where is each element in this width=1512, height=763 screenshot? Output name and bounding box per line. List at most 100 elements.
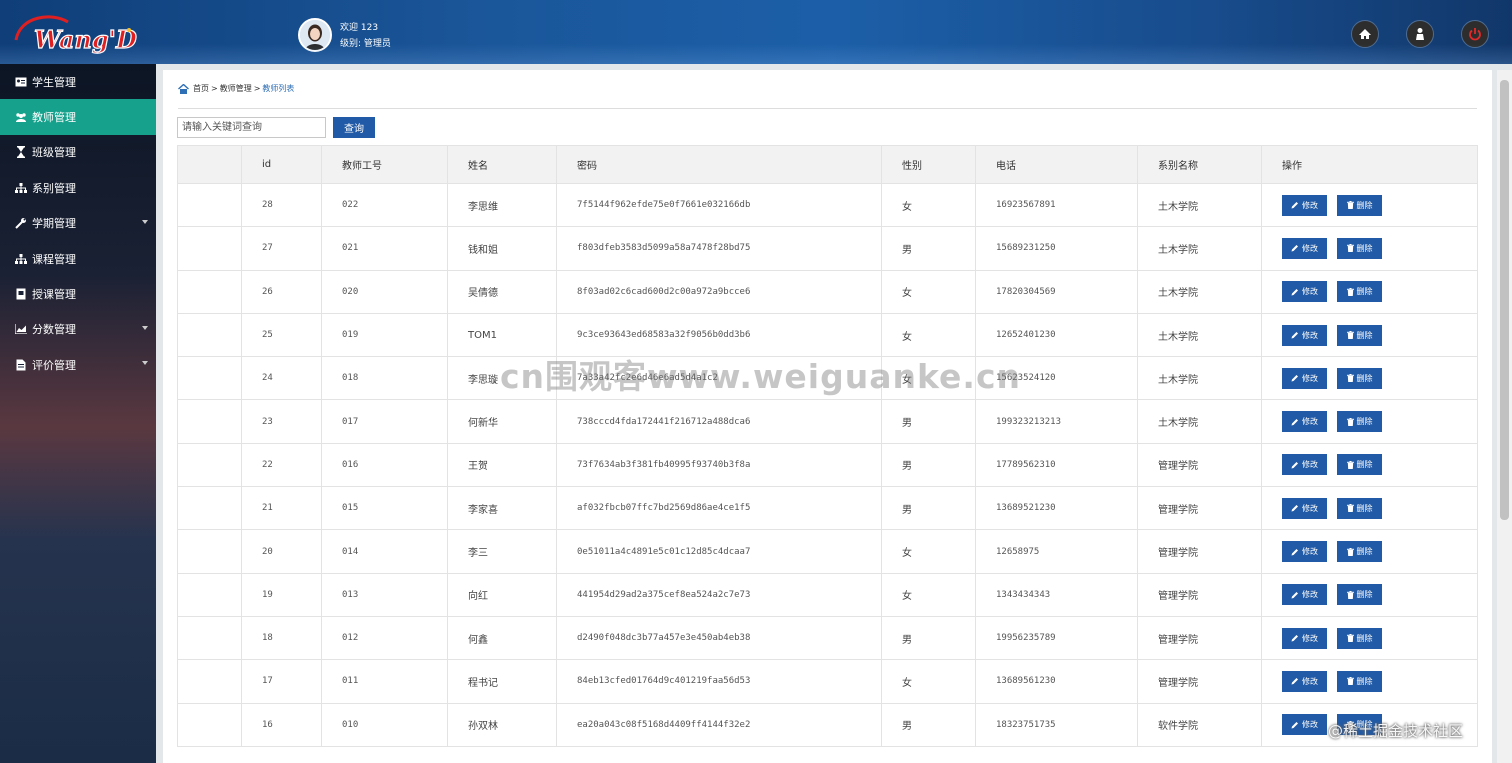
sidebar-item-departments[interactable]: 系别管理 <box>0 170 156 205</box>
table-row[interactable]: 18 012 何鑫 d2490f048dc3b77a457e3e450ab4eb38 男… <box>177 615 1478 661</box>
pencil-icon <box>1291 332 1298 339</box>
table-row[interactable]: 27 021 钱和姐 f803dfeb3583d5099a58a7478f28bd75… <box>177 226 1478 271</box>
delete-button[interactable]: 删除 <box>1337 584 1382 606</box>
cell-phone: 13689561230 <box>975 659 1138 704</box>
table-row[interactable]: 20 014 李三 0e51011a4c4891e5c01c12d85c4dcaa7 女… <box>177 529 1478 574</box>
sidebar-item-students[interactable]: 学生管理 <box>0 64 156 99</box>
search-input[interactable] <box>177 117 326 138</box>
row-select-cell[interactable] <box>177 702 242 747</box>
delete-button[interactable]: 删除 <box>1337 281 1382 303</box>
row-select-cell[interactable] <box>177 269 242 314</box>
sidebar-item-label: 班级管理 <box>32 146 76 160</box>
pencil-icon <box>1291 505 1298 512</box>
cell-gender: 男 <box>881 615 976 661</box>
logout-button[interactable] <box>1461 20 1489 48</box>
level-label: 级别: <box>340 39 362 49</box>
row-select-cell[interactable] <box>177 182 242 228</box>
top-header: Wang'D 欢迎 123 级别: 管理员 <box>0 0 1512 64</box>
scrollbar-thumb[interactable] <box>1500 80 1509 520</box>
chevron-down-icon <box>142 219 148 224</box>
user-avatar[interactable] <box>298 18 332 52</box>
edit-button[interactable]: 修改 <box>1282 670 1327 692</box>
edit-button[interactable]: 修改 <box>1282 584 1327 606</box>
sidebar-item-classes[interactable]: 班级管理 <box>0 135 156 170</box>
delete-button[interactable]: 删除 <box>1337 411 1382 433</box>
edit-button[interactable]: 修改 <box>1282 541 1327 563</box>
table-row[interactable]: 17 011 程书记 84eb13cfed01764d9c401219faa56d53… <box>177 659 1478 704</box>
breadcrumb-home[interactable]: 首页 <box>193 83 209 94</box>
delete-button[interactable]: 删除 <box>1337 541 1382 563</box>
site-logo[interactable]: Wang'D <box>12 10 137 56</box>
row-select-cell[interactable] <box>177 312 242 358</box>
user-button[interactable] <box>1406 20 1434 48</box>
edit-button[interactable]: 修改 <box>1282 714 1327 736</box>
cell-id: 26 <box>241 269 322 314</box>
table-row[interactable]: 21 015 李家喜 af032fbcb07ffc7bd2569d86ae4ce1f5… <box>177 486 1478 531</box>
delete-button[interactable]: 删除 <box>1337 454 1382 476</box>
sidebar-item-courses[interactable]: 课程管理 <box>0 241 156 276</box>
cell-department: 管理学院 <box>1137 529 1262 574</box>
table-row[interactable]: 19 013 向红 441954d29ad2a375cef8ea524a2c7e73 女… <box>177 572 1478 617</box>
sidebar-item-label: 系别管理 <box>32 181 76 195</box>
cell-id: 24 <box>241 356 322 401</box>
edit-button[interactable]: 修改 <box>1282 411 1327 433</box>
row-select-cell[interactable] <box>177 529 242 574</box>
username: 123 <box>360 23 379 33</box>
edit-button[interactable]: 修改 <box>1282 237 1327 259</box>
file-icon <box>15 359 27 371</box>
table-row[interactable]: 28 022 李思维 7f5144f962efde75e0f7661e032166db… <box>177 182 1478 228</box>
sidebar-item-teachers[interactable]: 教师管理 <box>0 99 156 135</box>
edit-button[interactable]: 修改 <box>1282 454 1327 476</box>
cell-phone: 18323751735 <box>975 702 1138 747</box>
delete-button[interactable]: 删除 <box>1337 237 1382 259</box>
delete-button-label: 删除 <box>1356 373 1373 383</box>
row-select-cell[interactable] <box>177 399 242 444</box>
sidebar-item-label: 学生管理 <box>32 75 76 89</box>
breadcrumb-section[interactable]: 教师管理 <box>220 83 252 94</box>
sidebar-item-scores[interactable]: 分数管理 <box>0 312 156 347</box>
pencil-icon <box>1291 245 1298 252</box>
delete-button[interactable]: 删除 <box>1337 497 1382 519</box>
sidebar-item-evaluations[interactable]: 评价管理 <box>0 347 156 382</box>
edit-button[interactable]: 修改 <box>1282 281 1327 303</box>
edit-button-label: 修改 <box>1302 720 1318 730</box>
delete-button-label: 删除 <box>1356 503 1373 513</box>
home-button[interactable] <box>1351 20 1379 48</box>
edit-button[interactable]: 修改 <box>1282 367 1327 389</box>
row-select-cell[interactable] <box>177 486 242 531</box>
cell-id: 23 <box>241 399 322 444</box>
edit-button-label: 修改 <box>1302 633 1318 643</box>
row-select-cell[interactable] <box>177 226 242 271</box>
delete-button[interactable]: 删除 <box>1337 194 1382 216</box>
cell-department: 管理学院 <box>1137 659 1262 704</box>
cell-gender: 女 <box>881 529 976 574</box>
edit-button[interactable]: 修改 <box>1282 627 1327 649</box>
table-row[interactable]: 22 016 王贺 73f7634ab3f381fb40995f93740b3f8a 男… <box>177 442 1478 488</box>
row-select-cell[interactable] <box>177 659 242 704</box>
delete-button[interactable]: 删除 <box>1337 324 1382 346</box>
delete-button[interactable]: 删除 <box>1337 670 1382 692</box>
edit-button[interactable]: 修改 <box>1282 324 1327 346</box>
trash-icon <box>1346 417 1354 426</box>
row-select-cell[interactable] <box>177 615 242 661</box>
edit-button-label: 修改 <box>1302 200 1318 210</box>
edit-button[interactable]: 修改 <box>1282 497 1327 519</box>
cell-actions: 修改 删除 <box>1261 226 1478 271</box>
sidebar-item-teaching[interactable]: 授课管理 <box>0 276 156 311</box>
table-row[interactable]: 26 020 吴倩德 8f03ad02c6cad600d2c00a972a9bcce6… <box>177 269 1478 314</box>
row-select-cell[interactable] <box>177 442 242 488</box>
cell-phone: 17820304569 <box>975 269 1138 314</box>
search-button[interactable]: 查询 <box>333 117 375 138</box>
delete-button[interactable]: 删除 <box>1337 367 1382 389</box>
cell-teacher-no: 013 <box>321 572 448 617</box>
delete-button[interactable]: 删除 <box>1337 627 1382 649</box>
edit-button[interactable]: 修改 <box>1282 194 1327 216</box>
cell-teacher-no: 016 <box>321 442 448 488</box>
sidebar-item-semesters[interactable]: 学期管理 <box>0 206 156 241</box>
row-select-cell[interactable] <box>177 572 242 617</box>
sidebar-item-label: 授课管理 <box>32 288 76 302</box>
table-row[interactable]: 16 010 孙双林 ea20a043c08f5168d4409ff4144f32e2… <box>177 702 1478 747</box>
trash-icon <box>1346 504 1354 513</box>
table-row[interactable]: 23 017 何新华 738cccd4fda172441f216712a488dca6… <box>177 399 1478 444</box>
row-select-cell[interactable] <box>177 356 242 401</box>
